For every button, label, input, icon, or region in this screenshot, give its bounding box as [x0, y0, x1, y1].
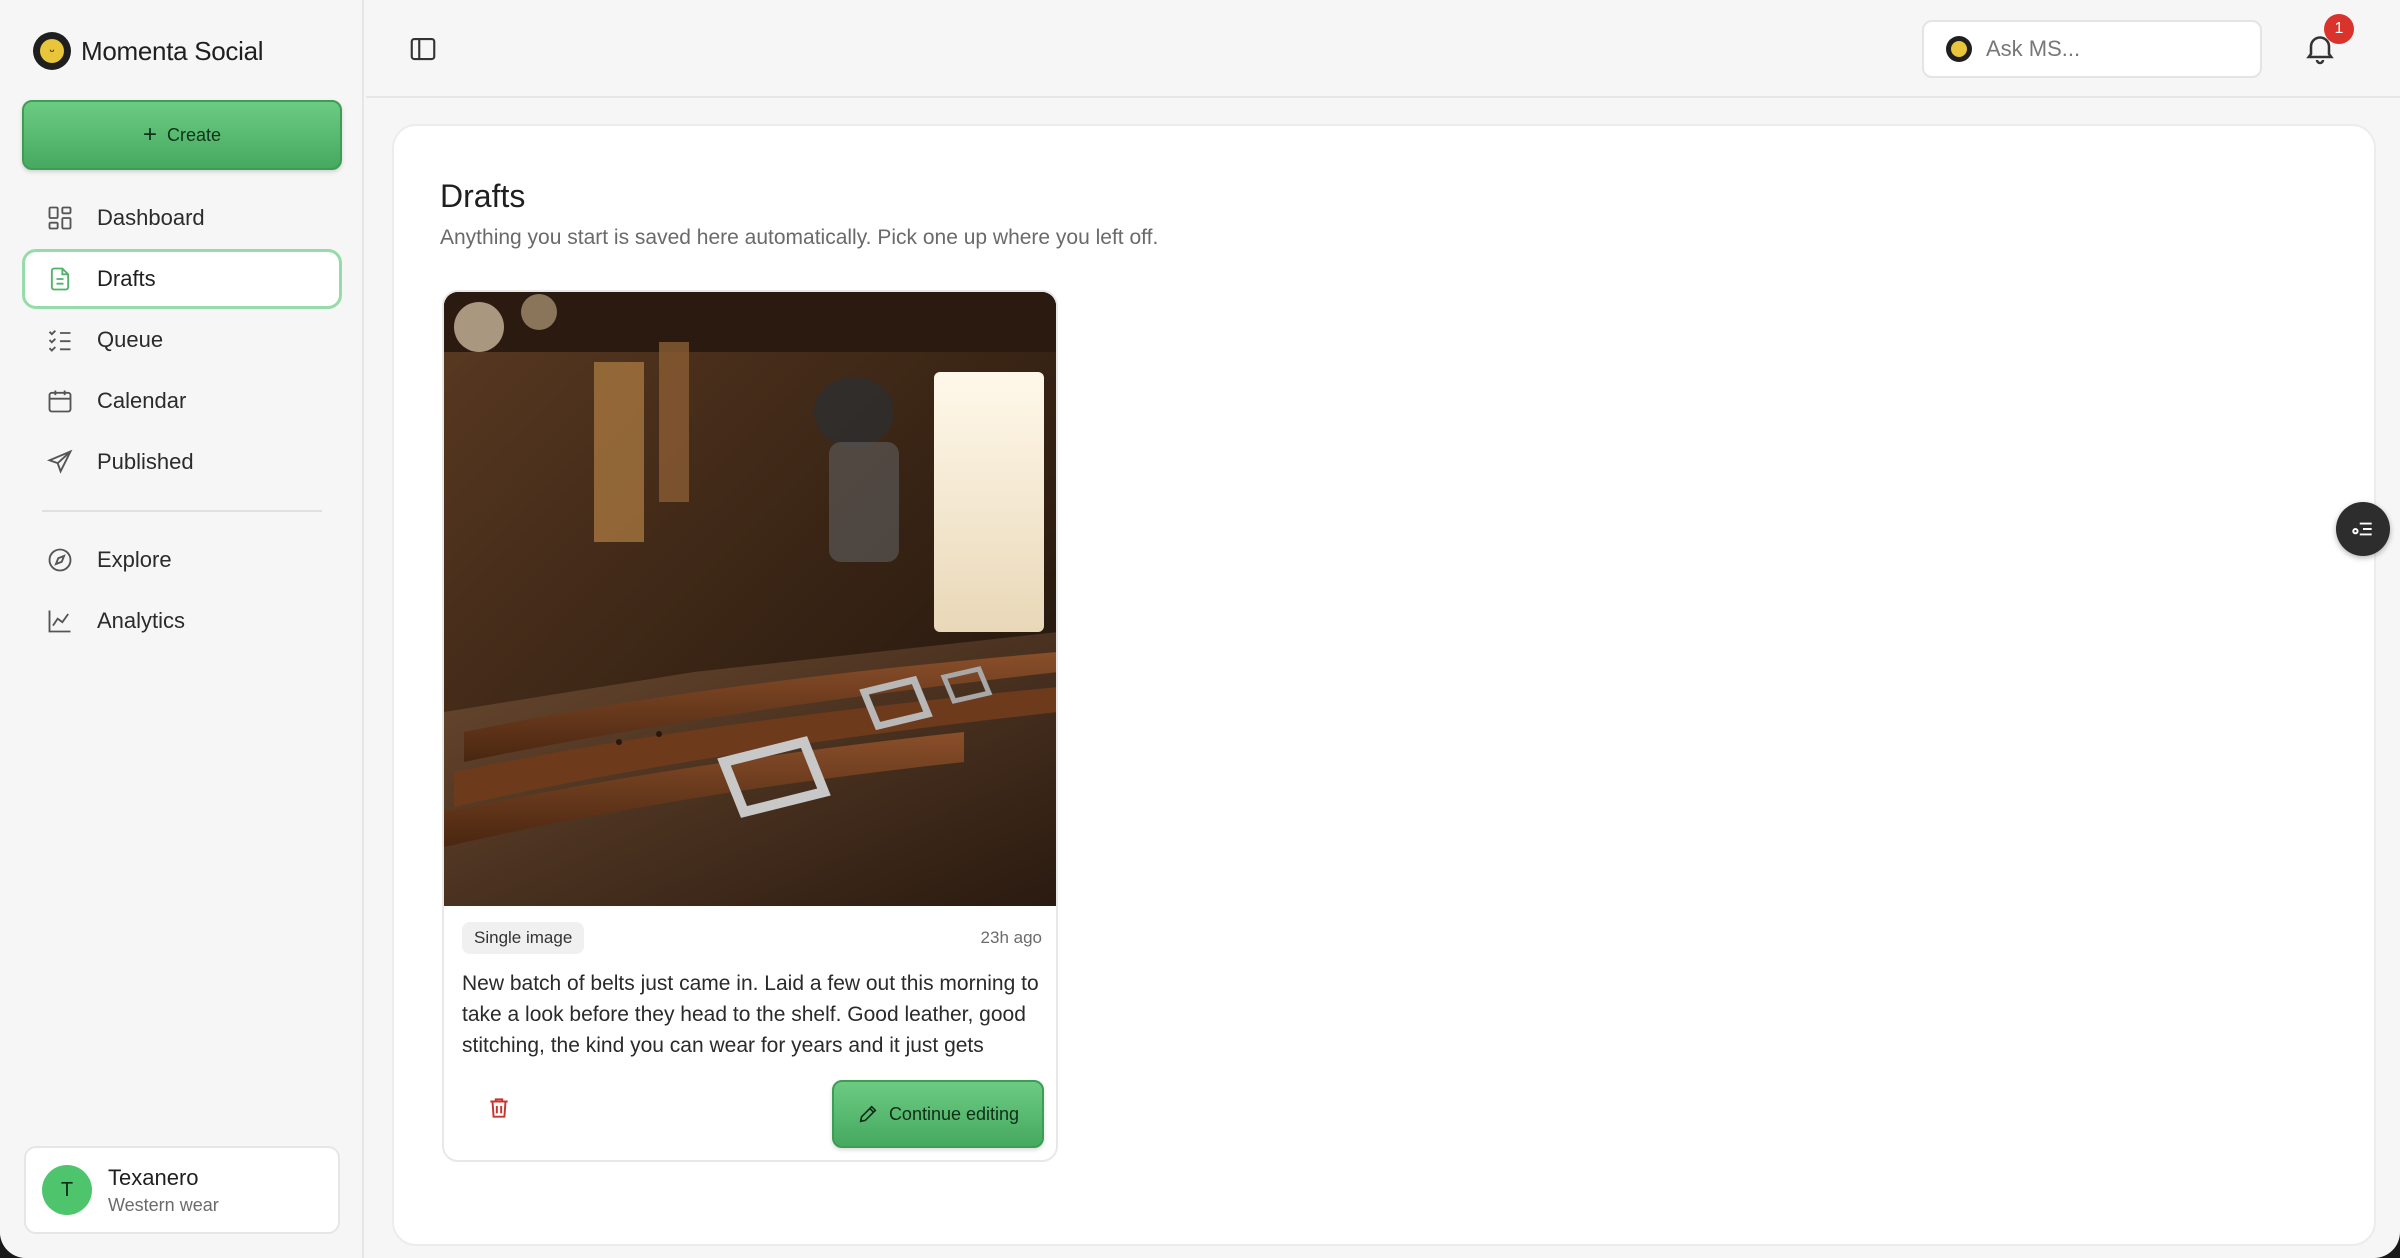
- user-info: Texanero Western wear: [108, 1165, 219, 1216]
- document-icon: [45, 264, 75, 294]
- draft-type-tag: Single image: [462, 922, 585, 954]
- calendar-icon: [45, 386, 75, 416]
- sidebar-item-calendar[interactable]: Calendar: [22, 371, 342, 431]
- brand[interactable]: ᵕ Momenta Social: [33, 32, 264, 70]
- user-subtitle: Western wear: [108, 1194, 219, 1215]
- create-button-label: Create: [166, 124, 222, 145]
- send-icon: [45, 447, 75, 477]
- pencil-icon: [859, 1105, 877, 1123]
- checklist-icon: [45, 325, 75, 355]
- draft-meta: Single image 23h ago: [462, 922, 1042, 954]
- page-title: Drafts: [440, 178, 526, 214]
- sidebar-item-analytics[interactable]: Analytics: [22, 591, 342, 651]
- nav-divider: [42, 510, 322, 512]
- chart-line-icon: [45, 606, 75, 636]
- app-window: ᵕ Momenta Social + Create Dashboard Draf…: [0, 0, 2400, 1258]
- sidebar-item-queue[interactable]: Queue: [22, 310, 342, 370]
- task-list-icon: [2352, 522, 2372, 536]
- create-button[interactable]: + Create: [22, 100, 342, 170]
- sidebar: ᵕ Momenta Social + Create Dashboard Draf…: [0, 0, 364, 1258]
- draft-image[interactable]: [444, 292, 1056, 906]
- user-name: Texanero: [108, 1164, 199, 1190]
- avatar: T: [42, 1165, 92, 1215]
- sidebar-item-drafts[interactable]: Drafts: [22, 249, 342, 309]
- continue-editing-label: Continue editing: [888, 1103, 1020, 1124]
- draft-timestamp: 23h ago: [980, 928, 1042, 947]
- topbar: 1: [366, 0, 2400, 98]
- compass-icon: [45, 545, 75, 575]
- sidebar-item-label: Analytics: [97, 608, 186, 633]
- sidebar-nav: Dashboard Drafts Queue Calendar Publishe…: [22, 188, 342, 652]
- brand-name: Momenta Social: [81, 35, 264, 66]
- plus-icon: +: [142, 121, 157, 148]
- user-card[interactable]: T Texanero Western wear: [24, 1146, 340, 1234]
- draft-text: New batch of belts just came in. Laid a …: [462, 972, 1039, 1057]
- sidebar-item-label: Dashboard: [97, 205, 205, 230]
- sidebar-item-label: Queue: [97, 327, 164, 352]
- sidebar-item-explore[interactable]: Explore: [22, 530, 342, 590]
- continue-editing-button[interactable]: Continue editing: [832, 1080, 1044, 1148]
- sidebar-item-label: Explore: [97, 547, 172, 572]
- ask-input[interactable]: [1986, 36, 2226, 62]
- dashboard-icon: [45, 203, 75, 233]
- sidebar-item-label: Calendar: [97, 388, 187, 413]
- sidebar-item-label: Published: [97, 449, 194, 474]
- page-subtitle: Anything you start is saved here automat…: [440, 226, 1159, 249]
- assistant-logo-icon: [1946, 36, 1972, 62]
- brand-logo-icon: ᵕ: [33, 32, 71, 70]
- sidebar-item-published[interactable]: Published: [22, 432, 342, 492]
- sidebar-item-label: Drafts: [97, 266, 156, 291]
- notification-badge: 1: [2324, 14, 2354, 44]
- sidebar-toggle-icon[interactable]: [408, 34, 438, 64]
- trash-icon[interactable]: [486, 1094, 512, 1122]
- sidebar-item-dashboard[interactable]: Dashboard: [22, 188, 342, 248]
- draft-card[interactable]: Single image 23h ago New batch of belts …: [442, 290, 1058, 1162]
- floating-tasks-button[interactable]: [2336, 502, 2390, 556]
- ask-ms-search[interactable]: [1922, 20, 2262, 78]
- main-content: Drafts Anything you start is saved here …: [392, 124, 2376, 1246]
